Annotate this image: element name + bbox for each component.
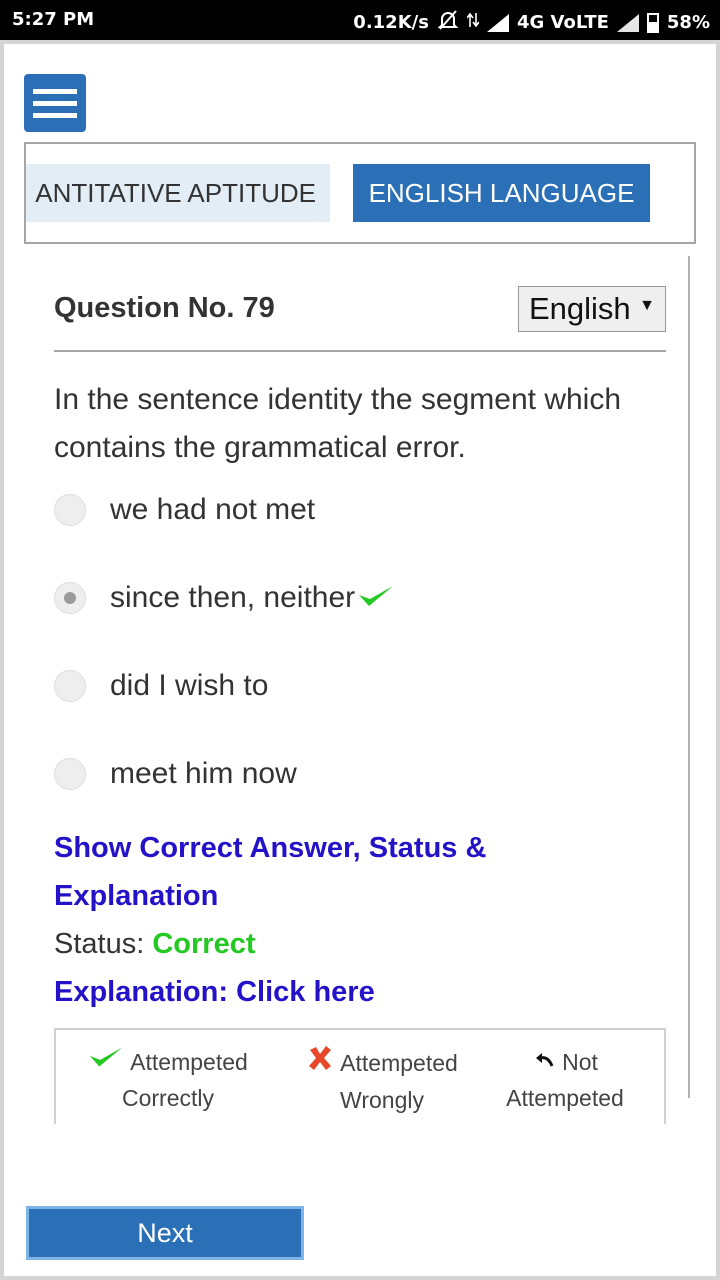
menu-button[interactable]	[24, 74, 86, 132]
app-content: ANTITATIVE APTITUDE ENGLISH LANGUAGE Que…	[4, 44, 716, 1276]
option-2[interactable]: since then, neither	[54, 578, 395, 618]
battery-icon	[646, 12, 659, 33]
status-time: 5:27 PM	[12, 9, 95, 30]
explanation-link[interactable]: Explanation: Click here	[54, 968, 375, 1016]
question-text: In the sentence identity the segment whi…	[54, 383, 622, 464]
next-button[interactable]: Next	[26, 1206, 304, 1260]
battery-level: 58%	[666, 12, 710, 33]
legend-not-label-2: Attempeted	[506, 1085, 624, 1111]
status-legend: Attempeted Correctly Attempeted Wrongly …	[54, 1028, 666, 1124]
scrollbar[interactable]	[688, 256, 690, 1098]
option-label: meet him now	[110, 757, 297, 790]
legend-correct-label-2: Correctly	[121, 1085, 214, 1111]
tab-quantitative-aptitude[interactable]: ANTITATIVE APTITUDE	[26, 164, 330, 222]
data-arrows-icon	[466, 11, 480, 34]
option-radio[interactable]	[54, 758, 86, 790]
question-header: Question No. 79 English ▼	[54, 286, 666, 352]
option-label: we had not met	[110, 493, 316, 526]
signal-icon	[486, 13, 509, 32]
status-bar: 5:27 PM 0.12K/s 4G VoLTE 58%	[0, 0, 720, 40]
language-selected: English	[529, 291, 631, 326]
legend-correct: Attempeted Correctly	[78, 1044, 258, 1116]
option-radio-selected[interactable]	[54, 582, 86, 614]
signal-icon-2	[616, 13, 639, 32]
legend-not-label: Not	[562, 1049, 598, 1075]
show-answer-link[interactable]: Show Correct Answer, Status & Explanatio…	[54, 824, 614, 920]
menu-icon-bar	[33, 112, 77, 118]
option-4[interactable]: meet him now	[54, 754, 297, 794]
dropdown-arrow-icon: ▼	[639, 297, 655, 314]
network-type: 4G VoLTE	[516, 12, 609, 33]
option-label: since then, neither	[110, 581, 356, 614]
status-label: Status:	[54, 928, 145, 960]
menu-icon-bar	[33, 88, 77, 94]
language-select[interactable]: English ▼	[518, 286, 666, 332]
option-radio[interactable]	[54, 670, 86, 702]
network-speed: 0.12K/s	[353, 12, 429, 33]
legend-not-attempted: Not Attempeted	[490, 1044, 640, 1116]
legend-wrong-label: Attempeted	[340, 1050, 458, 1076]
status-line: Status: Correct	[54, 920, 256, 968]
correct-check-icon	[357, 583, 395, 614]
legend-correct-label: Attempeted	[130, 1049, 248, 1075]
option-3[interactable]: did I wish to	[54, 666, 268, 706]
option-label: did I wish to	[110, 669, 269, 702]
section-tabs: ANTITATIVE APTITUDE ENGLISH LANGUAGE	[24, 142, 696, 244]
legend-wrong-label-2: Wrongly	[340, 1087, 424, 1113]
question-number: Question No. 79	[54, 292, 275, 324]
status-value: Correct	[152, 928, 256, 960]
cross-icon	[306, 1044, 334, 1082]
legend-wrong: Attempeted Wrongly	[292, 1044, 472, 1118]
option-radio[interactable]	[54, 494, 86, 526]
tab-english-language[interactable]: ENGLISH LANGUAGE	[353, 164, 650, 222]
status-right: 0.12K/s 4G VoLTE 58%	[353, 9, 710, 36]
menu-icon-bar	[33, 100, 77, 106]
check-icon	[88, 1044, 124, 1080]
option-1[interactable]: we had not met	[54, 490, 315, 530]
curved-arrow-icon	[532, 1044, 556, 1080]
bell-muted-icon	[437, 9, 459, 36]
